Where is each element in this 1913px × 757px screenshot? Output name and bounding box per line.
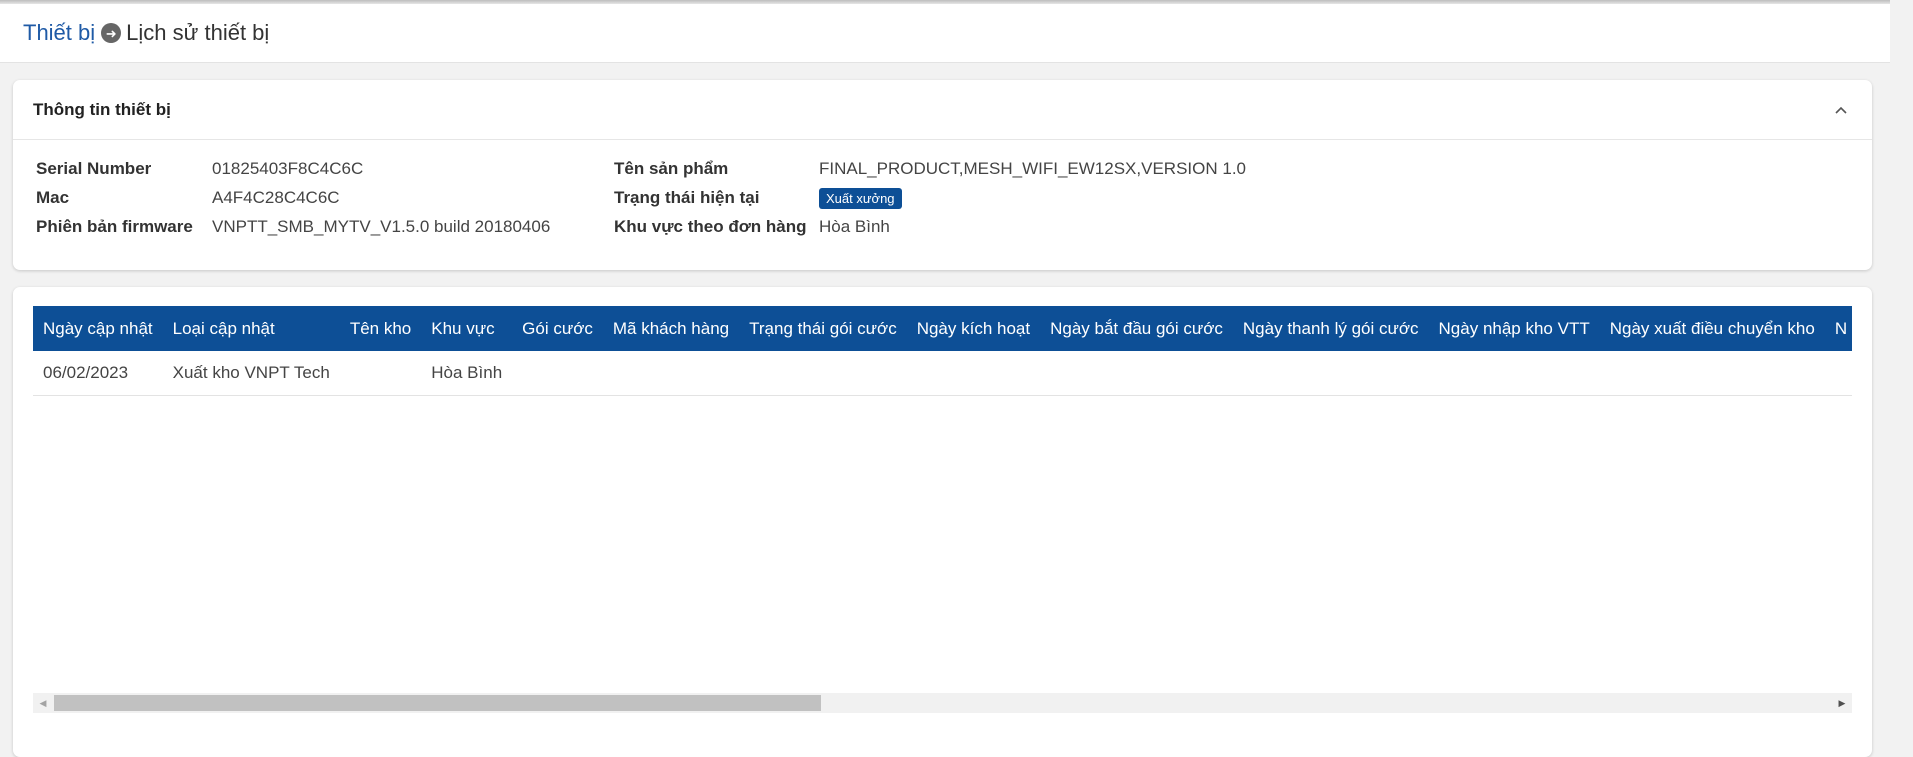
table-cell <box>739 351 907 396</box>
region-label: Khu vực theo đơn hàng <box>614 217 807 236</box>
column-header[interactable]: Ngày xuất điều chuyển kho <box>1600 306 1825 351</box>
column-header[interactable]: Mã khách hàng <box>603 306 739 351</box>
region-row: Khu vực theo đơn hàng Hòa Bình <box>614 215 890 239</box>
scroll-right-arrow-icon[interactable]: ▶ <box>1832 693 1852 713</box>
status-badge: Xuất xưởng <box>819 187 902 209</box>
firmware-value: VNPTT_SMB_MYTV_V1.5.0 build 20180406 <box>212 217 551 236</box>
product-row: Tên sản phẩm FINAL_PRODUCT,MESH_WIFI_EW1… <box>614 157 1246 181</box>
column-header[interactable]: Trạng thái gói cước <box>739 306 907 351</box>
column-header[interactable]: Ngày nhập kho VTT <box>1429 306 1600 351</box>
table-cell: Hòa Bình <box>421 351 513 396</box>
table-cell <box>1824 351 1852 396</box>
table-header-row: Ngày cập nhật Loại cập nhật Tên kho Khu … <box>33 306 1852 351</box>
serial-label: Serial Number <box>36 159 152 178</box>
status-label: Trạng thái hiện tại <box>614 188 760 207</box>
column-header[interactable]: Gói cước <box>512 306 603 351</box>
status-row: Trạng thái hiện tại Xuất xưởng <box>614 186 902 210</box>
product-value: FINAL_PRODUCT,MESH_WIFI_EW12SX,VERSION 1… <box>819 159 1246 178</box>
region-value: Hòa Bình <box>819 217 890 236</box>
column-header[interactable]: Tên kho <box>340 306 421 351</box>
table-cell <box>602 351 740 396</box>
scroll-left-arrow-icon[interactable]: ◀ <box>33 693 53 713</box>
product-label: Tên sản phẩm <box>614 159 729 178</box>
mac-label: Mac <box>36 188 70 207</box>
table-row[interactable]: 06/02/2023 Xuất kho VNPT Tech Hòa Bình <box>33 351 1852 396</box>
chevron-up-icon[interactable] <box>1834 103 1848 117</box>
breadcrumb-current: Lịch sử thiết bị <box>126 20 270 45</box>
device-info-grid: Serial Number 01825403F8C4C6C Mac A4F4C2… <box>13 140 1872 270</box>
history-card: Ngày cập nhật Loại cập nhật Tên kho Khu … <box>13 287 1872 757</box>
column-header[interactable]: Ngày cập nhật <box>33 306 163 351</box>
device-info-title: Thông tin thiết bị <box>33 99 171 119</box>
column-header[interactable]: Ngày kích hoạt <box>907 306 1040 351</box>
table-cell <box>1599 351 1825 396</box>
history-table-container: Ngày cập nhật Loại cập nhật Tên kho Khu … <box>33 306 1852 706</box>
mac-row: Mac A4F4C28C4C6C <box>36 186 340 210</box>
arrow-circle-right-icon: ➜ <box>101 23 122 43</box>
history-table: Ngày cập nhật Loại cập nhật Tên kho Khu … <box>33 306 1852 396</box>
serial-row: Serial Number 01825403F8C4C6C <box>36 157 363 181</box>
table-cell <box>1232 351 1429 396</box>
table-cell: 06/02/2023 <box>33 351 163 396</box>
firmware-row: Phiên bản firmware VNPTT_SMB_MYTV_V1.5.0… <box>36 215 550 239</box>
mac-value: A4F4C28C4C6C <box>212 188 340 207</box>
column-header[interactable]: Loại cập nhật <box>163 306 340 351</box>
device-info-header[interactable]: Thông tin thiết bị <box>13 80 1872 140</box>
breadcrumb: Thiết bị ➜ Lịch sử thiết bị <box>0 4 1890 63</box>
column-header[interactable]: N <box>1825 306 1852 351</box>
column-header[interactable]: Khu vực <box>421 306 512 351</box>
scrollbar-thumb[interactable] <box>54 695 821 711</box>
horizontal-scrollbar[interactable]: ◀ ▶ <box>33 693 1852 713</box>
table-cell <box>1428 351 1600 396</box>
table-cell <box>906 351 1041 396</box>
serial-value: 01825403F8C4C6C <box>212 159 364 178</box>
device-info-card: Thông tin thiết bị Serial Number 0182540… <box>13 80 1872 270</box>
table-cell <box>1040 351 1233 396</box>
table-cell: Xuất kho VNPT Tech <box>162 351 340 396</box>
column-header[interactable]: Ngày bắt đầu gói cước <box>1040 306 1233 351</box>
breadcrumb-link-devices[interactable]: Thiết bị <box>23 20 95 46</box>
column-header[interactable]: Ngày thanh lý gói cước <box>1233 306 1429 351</box>
table-cell <box>512 351 603 396</box>
table-cell <box>339 351 422 396</box>
firmware-label: Phiên bản firmware <box>36 217 193 236</box>
